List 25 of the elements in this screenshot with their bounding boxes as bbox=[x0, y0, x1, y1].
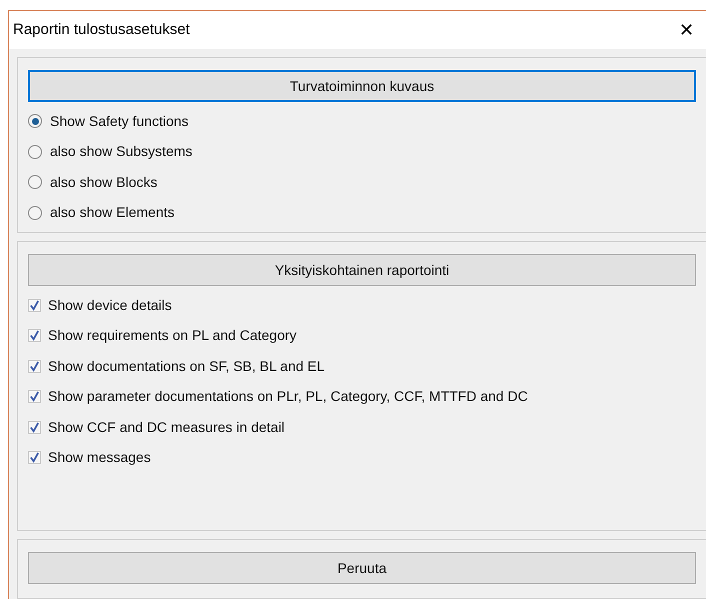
checkbox[interactable] bbox=[28, 329, 41, 342]
close-button[interactable]: ✕ bbox=[675, 16, 698, 44]
section-button[interactable]: Turvatoiminnon kuvaus bbox=[28, 70, 696, 102]
radio-label: also show Elements bbox=[50, 203, 175, 222]
checkbox[interactable] bbox=[28, 420, 41, 434]
radio-button[interactable] bbox=[28, 175, 42, 190]
checkbox[interactable] bbox=[28, 390, 41, 404]
checkbox-label: Show messages bbox=[48, 448, 151, 468]
checkbox-label: Show device details bbox=[48, 296, 172, 315]
radio-label: also show Blocks bbox=[50, 172, 158, 192]
checkbox-label: Show CCF and DC measures in detail bbox=[48, 418, 285, 437]
checkbox[interactable] bbox=[28, 451, 41, 464]
section-button[interactable]: Yksityiskohtainen raportointi bbox=[28, 254, 696, 286]
checkbox[interactable] bbox=[28, 360, 41, 373]
radio-button[interactable] bbox=[28, 206, 42, 220]
checkbox-label: Show requirements on PL and Category bbox=[48, 326, 297, 346]
radio-label: Show Safety functions bbox=[50, 112, 189, 131]
radio-button[interactable] bbox=[28, 114, 42, 128]
checkbox-label: Show documentations on SF, SB, BL and EL bbox=[48, 356, 325, 376]
radio-button[interactable] bbox=[28, 144, 42, 159]
window-title: Raportin tulostusasetukset bbox=[13, 20, 190, 40]
checkbox[interactable] bbox=[28, 298, 41, 312]
checkbox-label: Show parameter documentations on PLr, PL, Category, CCF, MTTFD and DC bbox=[48, 387, 528, 406]
radio-label: also show Subsystems bbox=[50, 142, 192, 162]
section-button[interactable]: Peruuta bbox=[28, 552, 696, 584]
